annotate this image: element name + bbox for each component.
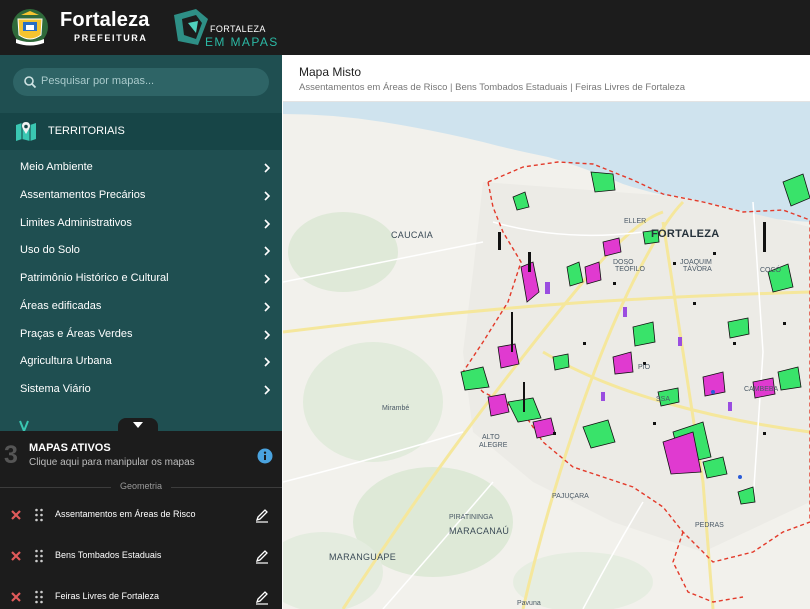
- map-header: Mapa Misto Assentamentos em Áreas de Ris…: [283, 55, 810, 102]
- sidebar-item-assentamentos[interactable]: Assentamentos Precários: [0, 182, 282, 210]
- chevron-right-icon: [264, 163, 271, 173]
- chevron-right-icon: [264, 385, 271, 395]
- sidebar-item-areas-edificadas[interactable]: Áreas edificadas: [0, 293, 282, 321]
- sidebar-item-sistema-viario[interactable]: Sistema Viário: [0, 376, 282, 404]
- sidebar: Pesquisar por mapas... TERRITORIAIS Meio…: [0, 55, 282, 431]
- map-label-pedras: PEDRAS: [695, 522, 724, 529]
- sidebar-item-label: Limites Administrativos: [20, 217, 132, 229]
- portal-name-line2: EM MAPAS: [205, 35, 279, 49]
- map-label-eller: ELLER: [624, 218, 647, 225]
- map-label-alto: ALTO: [482, 434, 500, 441]
- active-maps-subtitle: Clique aqui para manipular os mapas: [29, 457, 195, 468]
- close-icon[interactable]: [10, 550, 22, 562]
- layer-row[interactable]: Feiras Livres de Fortaleza: [0, 585, 282, 609]
- sidebar-item-label: Meio Ambiente: [20, 161, 93, 173]
- sidebar-item-meio-ambiente[interactable]: Meio Ambiente: [0, 154, 282, 182]
- close-icon[interactable]: [10, 509, 22, 521]
- active-maps-title: MAPAS ATIVOS: [29, 442, 111, 454]
- map-subtitle: Assentamentos em Áreas de Risco | Bens T…: [299, 82, 685, 93]
- layer-row[interactable]: Bens Tombados Estaduais: [0, 544, 282, 568]
- chevron-right-icon: [264, 302, 271, 312]
- basemap[interactable]: [283, 102, 810, 609]
- pencil-icon[interactable]: [254, 548, 270, 564]
- sidebar-item-label: Uso do Solo: [20, 244, 80, 256]
- map-label-joaquim: JOAQUIM: [680, 259, 712, 266]
- city-subtitle: PREFEITURA: [74, 33, 148, 43]
- search-placeholder: Pesquisar por mapas...: [41, 75, 155, 87]
- layer-name: Feiras Livres de Fortaleza: [55, 591, 160, 601]
- map-label-maracanau: MARACANAÚ: [449, 526, 510, 536]
- drag-handle-icon[interactable]: [34, 508, 44, 522]
- sidebar-item-agricultura[interactable]: Agricultura Urbana: [0, 348, 282, 376]
- chevron-right-icon: [264, 330, 271, 340]
- partial-item-icon: [19, 420, 29, 431]
- chevron-right-icon: [264, 219, 271, 229]
- app-header: Fortaleza PREFEITURA FORTALEZA EM MAPAS: [0, 0, 810, 55]
- sidebar-item-label: Patrimônio Histórico e Cultural: [20, 272, 169, 284]
- layer-name: Assentamentos em Áreas de Risco: [55, 509, 196, 519]
- map-label-tavora: TÁVORA: [683, 266, 712, 273]
- drag-handle-icon[interactable]: [34, 549, 44, 563]
- map-canvas[interactable]: FORTALEZA CAUCAIA MARANGUAPE MARACANAÚ M…: [283, 102, 810, 609]
- map-label-coco: COCÓ: [760, 267, 781, 274]
- map-label-maranguape: MARANGUAPE: [329, 552, 397, 562]
- group-label-geometria: Geometria: [111, 481, 171, 493]
- map-label-ssa: SSA: [656, 396, 671, 403]
- pencil-icon[interactable]: [254, 507, 270, 523]
- fortaleza-crest-logo[interactable]: [8, 7, 52, 47]
- layer-name: Bens Tombados Estaduais: [55, 550, 162, 560]
- map-label-piratininga: PIRATININGA: [449, 514, 494, 521]
- collapse-panel-tab[interactable]: [118, 418, 158, 432]
- layer-row[interactable]: Assentamentos em Áreas de Risco: [0, 503, 282, 527]
- pencil-icon[interactable]: [254, 589, 270, 605]
- sidebar-item-label: Áreas edificadas: [20, 300, 102, 312]
- chevron-right-icon: [264, 191, 271, 201]
- map-title: Mapa Misto: [299, 65, 362, 79]
- info-icon[interactable]: [257, 448, 273, 464]
- chevron-right-icon: [264, 357, 271, 367]
- map-label-doso: DOSO: [613, 259, 634, 266]
- section-title: TERRITORIAIS: [48, 125, 125, 137]
- sidebar-item-label: Agricultura Urbana: [20, 355, 112, 367]
- sidebar-item-label: Praças e Áreas Verdes: [20, 328, 133, 340]
- sidebar-item-pracas[interactable]: Praças e Áreas Verdes: [0, 321, 282, 349]
- map-label-cambeba: CAMBEBA: [744, 386, 779, 393]
- portal-name-line1: FORTALEZA: [210, 24, 266, 34]
- search-icon: [24, 76, 37, 89]
- map-label-alegre: ALEGRE: [479, 442, 508, 449]
- section-header-territoriais[interactable]: TERRITORIAIS: [0, 113, 282, 150]
- sidebar-item-uso-do-solo[interactable]: Uso do Solo: [0, 237, 282, 265]
- map-label-pajucara: PAJUÇARA: [552, 493, 589, 500]
- sidebar-item-label: Sistema Viário: [20, 383, 91, 395]
- chevron-right-icon: [264, 274, 271, 284]
- map-pin-icon: [16, 122, 36, 141]
- chevron-right-icon: [264, 246, 271, 256]
- sidebar-item-patrimonio[interactable]: Patrimônio Histórico e Cultural: [0, 265, 282, 293]
- map-label-pavuna: Pavuna: [517, 600, 541, 607]
- close-icon[interactable]: [10, 591, 22, 603]
- map-label-fortaleza: FORTALEZA: [651, 228, 720, 240]
- map-label-teofilo: TEÓFILO: [615, 266, 645, 273]
- sidebar-item-label: Assentamentos Precários: [20, 189, 146, 201]
- map-label-pio: PIO: [638, 364, 651, 371]
- city-name: Fortaleza: [60, 9, 150, 31]
- caret-down-icon: [133, 422, 143, 428]
- map-label-caucaia: CAUCAIA: [391, 230, 434, 240]
- map-label-mirambe: Mirambé: [382, 405, 410, 412]
- drag-handle-icon[interactable]: [34, 590, 44, 604]
- active-maps-count: 3: [4, 441, 18, 469]
- search-input[interactable]: Pesquisar por mapas...: [13, 68, 269, 96]
- active-maps-panel[interactable]: 3 MAPAS ATIVOS Clique aqui para manipula…: [0, 431, 282, 609]
- sidebar-item-limites[interactable]: Limites Administrativos: [0, 210, 282, 238]
